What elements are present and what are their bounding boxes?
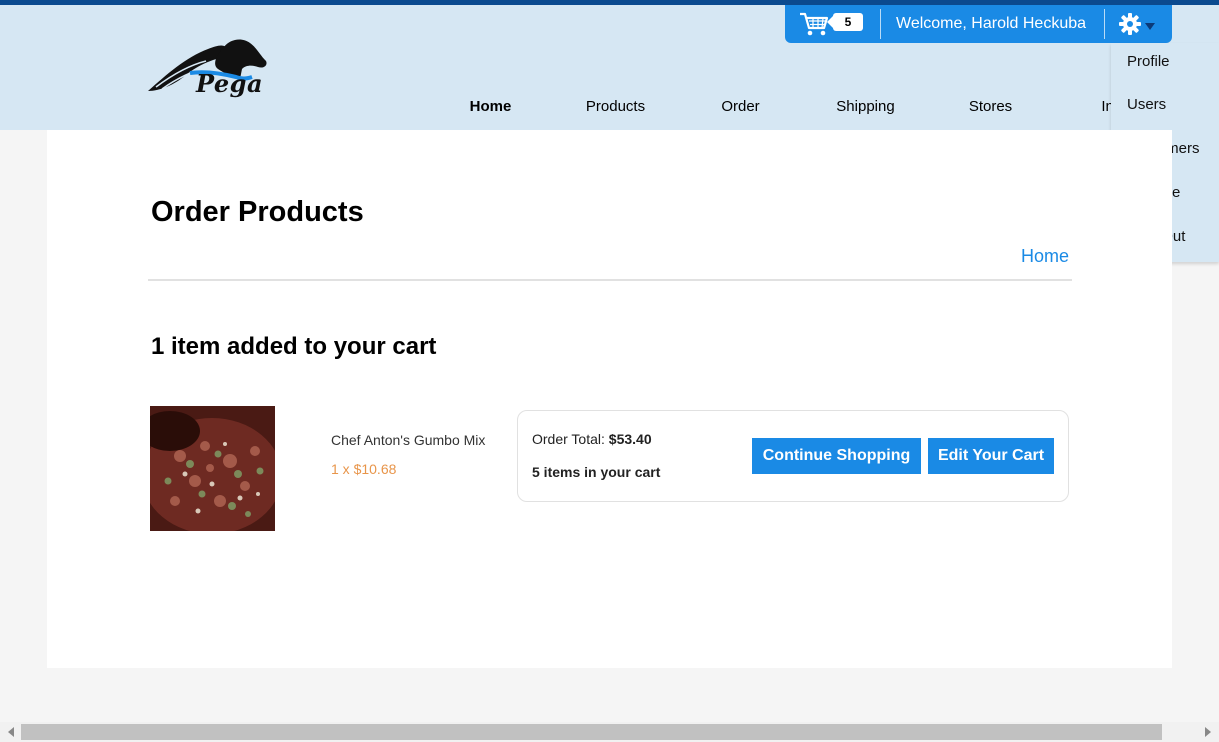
pega-logo[interactable]: Pega <box>146 35 276 101</box>
cart-items-count: 5 items in your cart <box>532 464 661 480</box>
scrollbar-thumb[interactable] <box>21 724 1162 740</box>
cart-button[interactable]: 5 <box>785 5 880 43</box>
logo-text: Pega <box>196 69 264 98</box>
horizontal-scrollbar[interactable] <box>0 722 1219 742</box>
order-total: Order Total: $53.40 <box>532 431 652 447</box>
cart-added-message: 1 item added to your cart <box>151 333 437 360</box>
menu-item-users[interactable]: Users <box>1127 96 1166 113</box>
product-image[interactable] <box>150 406 275 531</box>
main-content: Order Products Home 1 item added to your… <box>47 130 1172 668</box>
scroll-left-arrow-icon[interactable] <box>8 727 14 737</box>
order-total-label: Order Total: <box>532 431 609 447</box>
nav-item-shipping[interactable]: Shipping <box>803 98 928 115</box>
product-qty-price: 1 x $10.68 <box>331 461 397 477</box>
page-title: Order Products <box>151 196 364 228</box>
edit-cart-button[interactable]: Edit Your Cart <box>928 438 1054 474</box>
product-name[interactable]: Chef Anton's Gumbo Mix <box>331 432 485 448</box>
nav-item-stores[interactable]: Stores <box>928 98 1053 115</box>
shopping-cart-icon <box>800 12 829 36</box>
nav-item-home[interactable]: Home <box>428 98 553 115</box>
menu-item-profile[interactable]: Profile <box>1127 53 1170 70</box>
settings-menu-button[interactable] <box>1105 5 1155 43</box>
divider <box>148 279 1072 281</box>
nav-item-products[interactable]: Products <box>553 98 678 115</box>
continue-shopping-button[interactable]: Continue Shopping <box>752 438 921 474</box>
gumbo-dish-image <box>150 406 275 531</box>
welcome-text[interactable]: Welcome, Harold Heckuba <box>881 15 1104 33</box>
gear-icon <box>1119 13 1141 35</box>
utility-bar: 5 Welcome, Harold Heckuba <box>785 5 1172 43</box>
breadcrumb-home[interactable]: Home <box>1021 246 1069 267</box>
chevron-down-icon <box>1145 22 1155 30</box>
order-summary-box: Order Total: $53.40 5 items in your cart… <box>517 410 1069 502</box>
order-total-value: $53.40 <box>608 431 652 447</box>
cart-count-badge: 5 <box>827 13 863 31</box>
nav-item-order[interactable]: Order <box>678 98 803 115</box>
scroll-right-arrow-icon[interactable] <box>1205 727 1211 737</box>
